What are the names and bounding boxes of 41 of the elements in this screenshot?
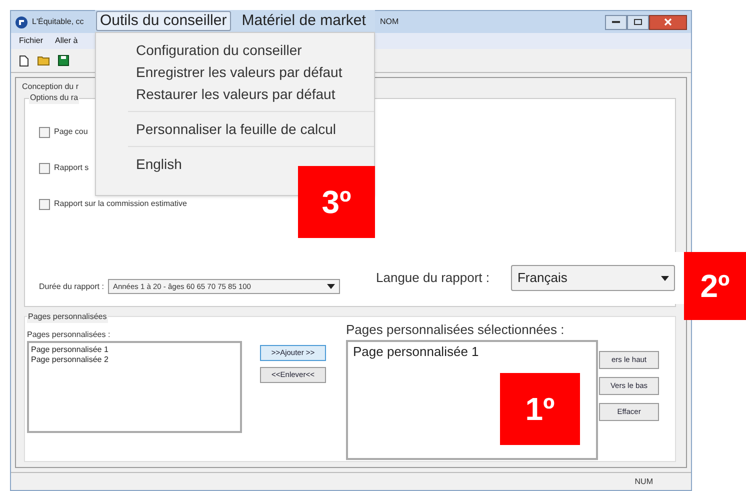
tab-label: Conception du r [22, 81, 80, 92]
callout-badge: 2º [684, 252, 746, 320]
group-title: Pages personnalisées [27, 311, 108, 323]
list-label: Pages personnalisées sélectionnées : [346, 321, 566, 339]
save-icon[interactable] [58, 55, 69, 66]
close-button[interactable] [649, 14, 687, 30]
callout-badge: 3º [298, 166, 375, 238]
checkbox-label: Rapport s [54, 162, 89, 174]
menu-option[interactable]: Enregistrer les valeurs par défaut [136, 61, 374, 83]
checkbox[interactable] [39, 198, 50, 210]
menu-option[interactable]: Configuration du conseiller [136, 39, 374, 61]
menu-item[interactable]: Aller à [55, 35, 78, 47]
window-title: L'Équitable, cc [32, 16, 85, 28]
new-file-icon[interactable] [19, 54, 29, 66]
menu-item[interactable]: Fichier [19, 35, 44, 47]
list-label: Pages personnalisées : [27, 329, 110, 341]
close-icon [664, 18, 672, 26]
menu-item[interactable]: Outils du conseiller [96, 11, 231, 31]
checkbox[interactable] [39, 162, 50, 174]
language-label: Langue du rapport : [376, 269, 490, 288]
dropdown-caret-icon [661, 276, 670, 280]
checkbox-label: Page cou [54, 126, 88, 138]
callout-badge: 1º [500, 373, 580, 445]
language-dropdown[interactable]: Français [511, 265, 676, 291]
dropdown-caret-icon [326, 284, 335, 289]
checkbox[interactable] [39, 126, 50, 138]
menu-item[interactable]: Matériel de market [238, 12, 369, 30]
list-item[interactable]: Page personnalisée 1 [353, 343, 591, 360]
maximize-button[interactable] [627, 14, 649, 30]
list-item[interactable]: Page personnalisée 1 [31, 345, 238, 355]
window-title: NOM [380, 16, 399, 28]
status-text: NUM [634, 476, 653, 488]
menu-option[interactable]: Personnaliser la feuille de calcul [136, 118, 374, 140]
group-title: Options du ra [29, 92, 80, 104]
list-item[interactable]: Page personnalisée 2 [31, 355, 238, 365]
menu-option[interactable]: Restaurer les valeurs par défaut [136, 83, 374, 105]
minimize-button[interactable] [605, 14, 627, 30]
app-logo-icon [15, 16, 28, 28]
duration-label: Durée du rapport : [39, 280, 104, 292]
checkbox-label: Rapport sur la commission estimative [54, 198, 187, 210]
folder-icon[interactable] [37, 55, 50, 66]
